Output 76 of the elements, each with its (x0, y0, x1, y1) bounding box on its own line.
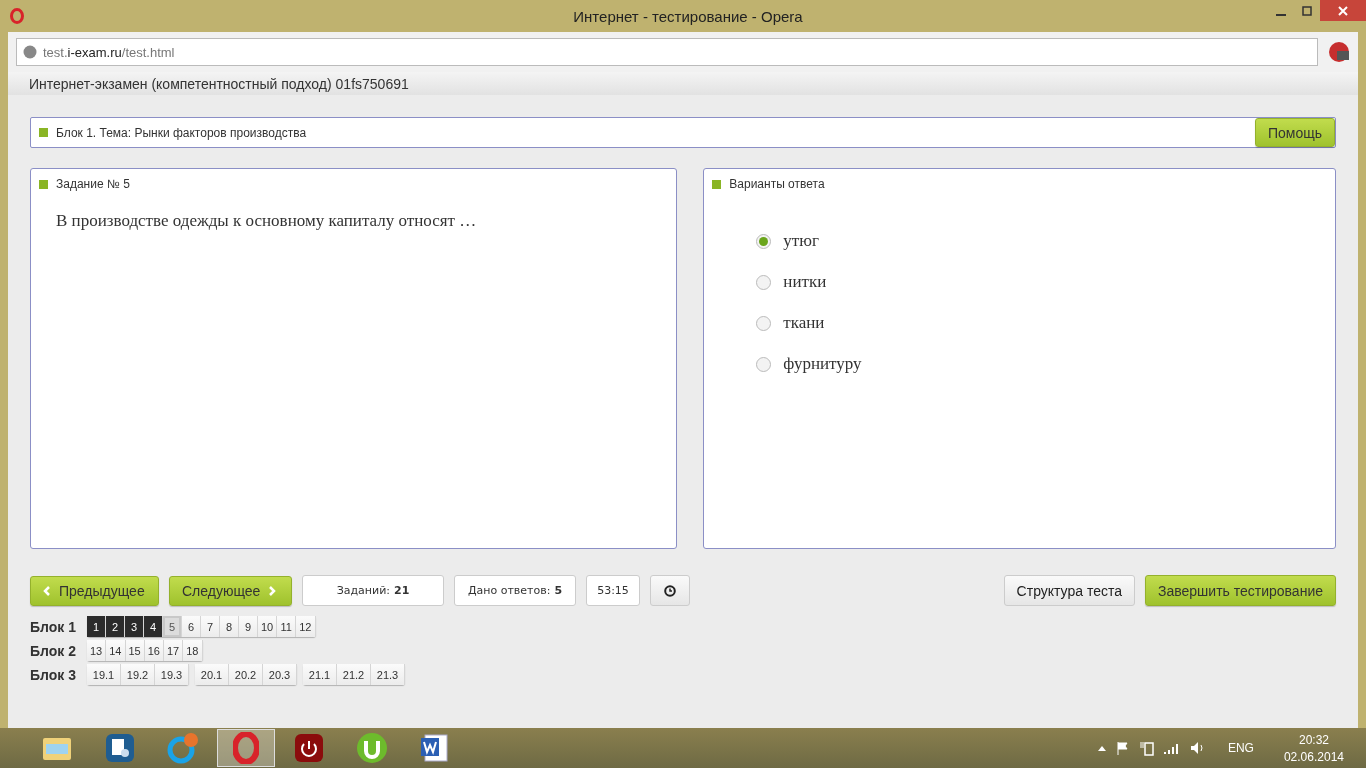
question-number[interactable]: 2 (106, 616, 125, 637)
window-title: Интернет - тестирование - Opera (573, 7, 803, 25)
word-document-icon (419, 732, 451, 764)
question-number[interactable]: 17 (164, 640, 184, 661)
url-text: test.i-exam.ru/test.html (43, 44, 175, 60)
question-text: В производстве одежды к основному капиталу относят … (56, 211, 478, 231)
answer-option[interactable]: нитки (783, 272, 827, 292)
clock-button[interactable] (650, 575, 690, 606)
question-number[interactable]: 1 (87, 616, 106, 637)
restore-icon (1302, 5, 1312, 16)
exam-title: Интернет-экзамен (компетентностный подход) 01fs750691 (29, 75, 409, 92)
question-number[interactable]: 12 (296, 616, 316, 637)
question-number[interactable]: 13 (87, 640, 107, 661)
question-number[interactable]: 19.3 (155, 664, 189, 685)
question-number[interactable]: 19.2 (121, 664, 155, 685)
bullet-icon (39, 128, 48, 137)
opera-o-icon (233, 732, 259, 764)
chevron-left-icon (43, 585, 51, 596)
speaker-icon[interactable] (1189, 741, 1206, 755)
block-label: Блок 2 (30, 642, 77, 659)
previous-button[interactable]: Предыдущее (30, 575, 159, 606)
close-button[interactable] (1320, 0, 1366, 21)
question-number[interactable]: 4 (144, 616, 163, 637)
next-button[interactable]: Следующее (169, 575, 292, 606)
timer: 53:15 (586, 575, 640, 606)
minimize-icon (1275, 13, 1286, 16)
question-number[interactable]: 20.3 (263, 664, 297, 685)
battery-icon[interactable] (1139, 740, 1154, 756)
block-label: Блок 1 (30, 618, 77, 635)
radio-button[interactable] (756, 356, 772, 372)
radio-button[interactable] (756, 315, 772, 331)
folder-icon (42, 735, 72, 761)
chevron-right-icon (268, 585, 277, 596)
question-number[interactable]: 9 (239, 616, 258, 637)
question-number[interactable]: 6 (182, 616, 201, 637)
question-number[interactable]: 20.1 (195, 664, 229, 685)
question-number[interactable]: 19.1 (87, 664, 121, 685)
question-number[interactable]: 21.2 (337, 664, 371, 685)
close-icon (1338, 5, 1348, 16)
signal-icon[interactable] (1163, 742, 1180, 754)
question-number[interactable]: 18 (183, 640, 203, 661)
question-number[interactable]: 5 (163, 616, 182, 637)
caret-up-icon[interactable] (1097, 745, 1106, 751)
language-indicator[interactable]: ENG (1227, 741, 1254, 755)
bullet-icon (39, 179, 48, 189)
answer-option[interactable]: ткани (783, 313, 825, 333)
question-number[interactable]: 11 (277, 616, 297, 637)
address-field[interactable]: test.i-exam.ru/test.html (16, 38, 1318, 66)
question-number[interactable]: 21.3 (371, 664, 405, 685)
question-number[interactable]: 3 (125, 616, 144, 637)
radio-button[interactable] (756, 233, 772, 249)
globe-icon (23, 45, 37, 59)
test-structure-button[interactable]: Структура теста (1003, 575, 1135, 606)
tasks-count: Заданий: 21 (302, 575, 444, 606)
clock-icon (664, 584, 676, 597)
opera-logo-icon (10, 8, 24, 24)
answers-count: Дано ответов: 5 (454, 575, 576, 606)
question-number[interactable]: 7 (201, 616, 220, 637)
answer-option[interactable]: утюг (783, 231, 819, 251)
question-number[interactable]: 8 (220, 616, 239, 637)
topic-label: Блок 1. Тема: Рынки факторов производства (56, 125, 307, 140)
panel-title: Задание № 5 (56, 177, 130, 191)
question-number[interactable]: 10 (258, 616, 278, 637)
panel-title: Варианты ответа (729, 177, 825, 191)
bullet-icon (712, 179, 722, 189)
question-number[interactable]: 21.1 (303, 664, 337, 685)
answer-option[interactable]: фурнитуру (783, 354, 862, 374)
question-number[interactable]: 20.2 (229, 664, 263, 685)
power-icon (294, 733, 324, 763)
clock[interactable]: 20:32 02.06.2014 (1283, 732, 1344, 764)
flag-icon[interactable] (1115, 741, 1130, 755)
help-button[interactable]: Помощь (1254, 118, 1335, 147)
finish-button[interactable]: Завершить тестирование (1145, 575, 1336, 606)
block-label: Блок 3 (30, 666, 77, 683)
radio-button[interactable] (756, 274, 772, 290)
question-number[interactable]: 14 (106, 640, 126, 661)
